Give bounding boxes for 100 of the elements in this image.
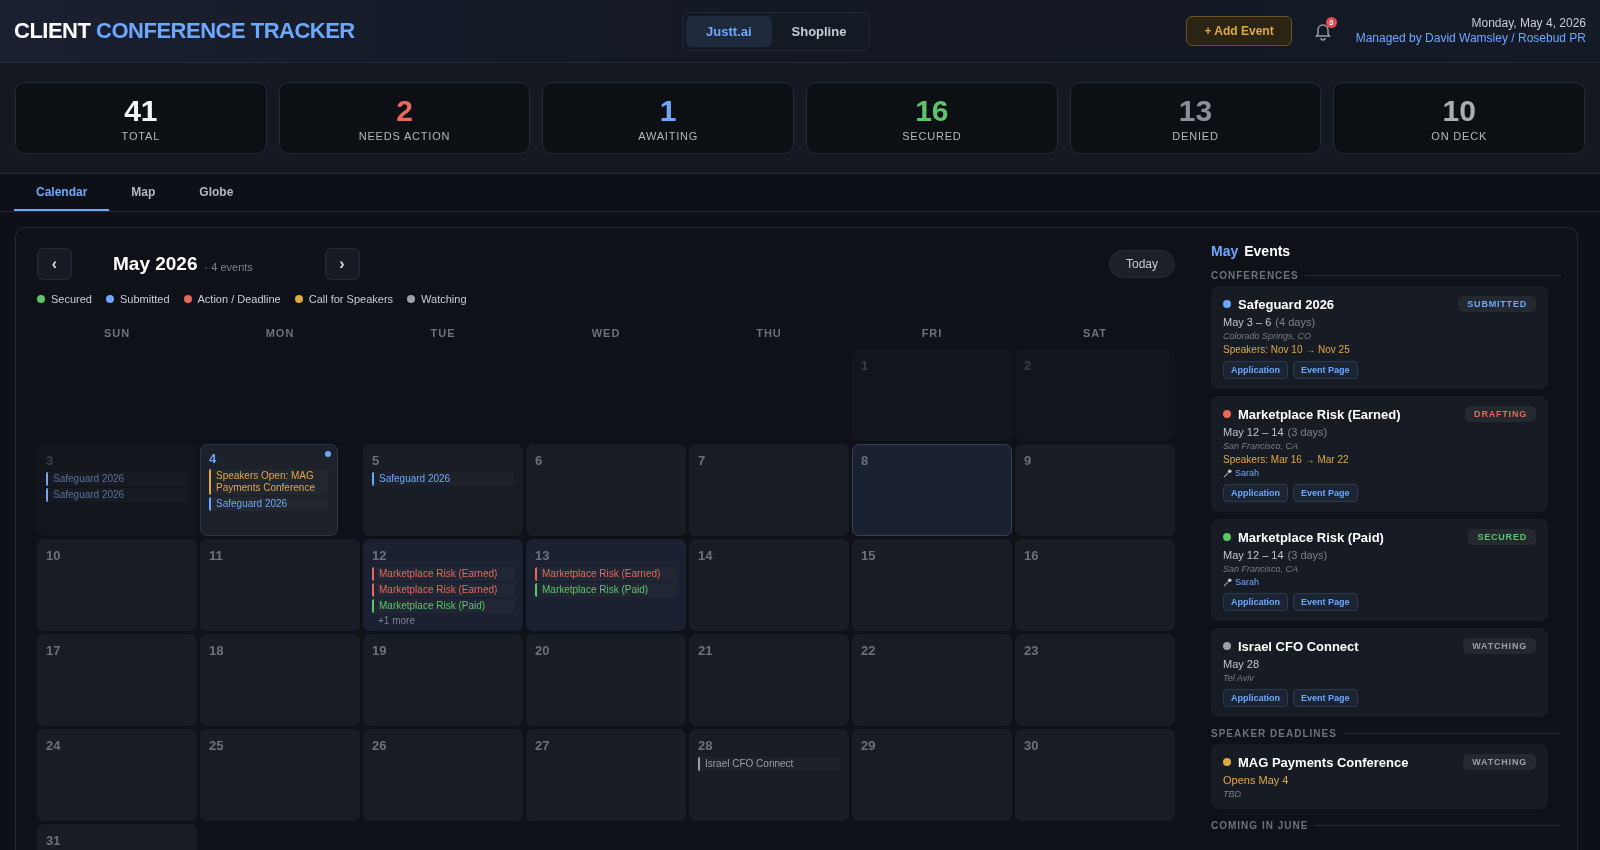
section-heading: CONFERENCES xyxy=(1211,270,1299,281)
day-cell[interactable]: 12 Marketplace Risk (Earned) Marketplace Risk (Earned) Marketplace Risk (Paid) +1 more xyxy=(363,539,523,631)
legend-label: Secured xyxy=(51,293,92,305)
day-cell[interactable]: 25 xyxy=(200,729,360,821)
event-card[interactable]: Marketplace Risk (Earned) DRAFTING May 12 – 14 (3 days) San Francisco, CA Speakers: Mar 16 → Mar 22 Sarah Application Event Page xyxy=(1211,396,1548,512)
event-name: Marketplace Risk (Earned) xyxy=(1238,406,1401,422)
day-number: 23 xyxy=(1024,643,1039,658)
link-button[interactable]: Application xyxy=(1223,361,1288,379)
day-cell[interactable]: 9 xyxy=(1015,444,1175,536)
status-badge: SECURED xyxy=(1468,529,1536,545)
day-cell[interactable]: 5 Safeguard 2026 xyxy=(363,444,523,536)
day-cell[interactable]: 7 xyxy=(689,444,849,536)
weekday-label: SUN xyxy=(102,327,132,339)
day-cell[interactable]: 31 xyxy=(37,824,197,850)
event-card[interactable]: MAG Payments Conference WATCHING Opens May 4 TBD xyxy=(1211,744,1548,809)
day-cell[interactable]: 21 xyxy=(689,634,849,726)
day-number: 28 xyxy=(698,738,713,753)
speaker-window: Speakers: Nov 10 → Nov 25 xyxy=(1223,344,1536,355)
day-cell[interactable]: 13 Marketplace Risk (Earned) Marketplace Risk (Paid) xyxy=(526,539,686,631)
day-cell[interactable]: 15 xyxy=(852,539,1012,631)
event-name: MAG Payments Conference xyxy=(1238,754,1409,770)
day-cell[interactable]: 16 xyxy=(1015,539,1175,631)
event-chip[interactable]: Marketplace Risk (Earned) xyxy=(372,583,514,597)
status-badge: WATCHING xyxy=(1463,754,1536,770)
client-tab[interactable]: Justt.ai xyxy=(686,16,772,47)
day-cell[interactable]: 4 Speakers Open: MAG Payments Conference Safeguard 2026 xyxy=(200,444,338,536)
day-cell[interactable]: 30 xyxy=(1015,729,1175,821)
add-event-button[interactable]: + Add Event xyxy=(1186,16,1292,46)
event-chip[interactable]: Safeguard 2026 xyxy=(372,472,514,486)
day-cell[interactable]: 8 xyxy=(852,444,1012,536)
stat-value: 10 xyxy=(1442,94,1476,127)
day-number: 18 xyxy=(209,643,224,658)
day-cell[interactable]: 10 xyxy=(37,539,197,631)
more-events-link[interactable]: +1 more xyxy=(372,615,514,627)
stat-value: 1 xyxy=(659,94,677,127)
link-button[interactable]: Application xyxy=(1223,689,1288,707)
link-button[interactable]: Event Page xyxy=(1293,689,1358,707)
event-chip[interactable]: Marketplace Risk (Paid) xyxy=(372,599,514,613)
link-button[interactable]: Event Page xyxy=(1293,361,1358,379)
event-dates: May 12 – 14 (3 days) xyxy=(1223,426,1329,438)
event-chip[interactable]: Marketplace Risk (Paid) xyxy=(535,583,677,597)
day-cell[interactable]: 18 xyxy=(200,634,360,726)
link-button[interactable]: Event Page xyxy=(1293,593,1358,611)
day-cell[interactable]: 20 xyxy=(526,634,686,726)
event-card[interactable]: Israel CFO Connect WATCHING May 28 Tel Aviv Application Event Page xyxy=(1211,628,1548,717)
event-dates: May 12 – 14 (3 days) xyxy=(1223,549,1329,561)
day-cell[interactable]: 22 xyxy=(852,634,1012,726)
link-button[interactable]: Application xyxy=(1223,484,1288,502)
day-number: 12 xyxy=(372,548,387,563)
day-number: 24 xyxy=(46,738,61,753)
today-dot xyxy=(325,451,331,457)
day-number: 30 xyxy=(1024,738,1039,753)
legend-label: Action / Deadline xyxy=(197,293,281,305)
event-chip[interactable]: Safeguard 2026 xyxy=(46,488,188,502)
stat-value: 41 xyxy=(124,94,158,127)
day-number: 5 xyxy=(372,453,380,468)
event-location: Colorado Springs, CO xyxy=(1223,331,1313,341)
day-cell[interactable]: 11 xyxy=(200,539,360,631)
day-cell[interactable]: 28 Israel CFO Connect xyxy=(689,729,849,821)
event-card[interactable]: Safeguard 2026 SUBMITTED May 3 – 6 (4 days) Colorado Springs, CO Speakers: Nov 10 → Nov 25 Application Event Page xyxy=(1211,286,1548,389)
event-chip[interactable]: Safeguard 2026 xyxy=(209,497,329,511)
day-cell[interactable]: 27 xyxy=(526,729,686,821)
event-name: Safeguard 2026 xyxy=(1238,296,1335,312)
today-button[interactable]: Today xyxy=(1108,250,1175,278)
event-chip[interactable]: Marketplace Risk (Earned) xyxy=(372,567,514,581)
weekday-label: THU xyxy=(755,327,783,339)
day-number: 11 xyxy=(209,548,223,563)
link-button[interactable]: Event Page xyxy=(1293,484,1358,502)
day-number: 17 xyxy=(46,643,61,658)
view-tab[interactable]: Calendar xyxy=(14,174,110,211)
day-number: 21 xyxy=(698,643,713,658)
event-card[interactable]: Marketplace Risk (Paid) SECURED May 12 – 14 (3 days) San Francisco, CA Sarah Application Event Page xyxy=(1211,519,1548,621)
day-cell[interactable]: 26 xyxy=(363,729,523,821)
event-name: Marketplace Risk (Paid) xyxy=(1238,529,1384,545)
status-badge: WATCHING xyxy=(1463,638,1536,654)
event-chip[interactable]: Marketplace Risk (Earned) xyxy=(535,567,677,581)
stat-label: SECURED xyxy=(902,129,962,142)
stat-label: AWAITING xyxy=(638,129,699,142)
view-tab[interactable]: Globe xyxy=(177,174,256,211)
day-cell[interactable]: 19 xyxy=(363,634,523,726)
event-chip[interactable]: Speakers Open: MAG Payments Conference xyxy=(209,469,329,495)
opens-date: Opens May 4 xyxy=(1223,774,1290,786)
previous-month-button[interactable]: ‹ xyxy=(37,248,72,280)
day-cell[interactable]: 17 xyxy=(37,634,197,726)
day-cell[interactable]: 24 xyxy=(37,729,197,821)
view-tab[interactable]: Map xyxy=(109,174,178,211)
status-badge: SUBMITTED xyxy=(1458,296,1536,312)
day-cell[interactable]: 14 xyxy=(689,539,849,631)
day-cell[interactable]: 23 xyxy=(1015,634,1175,726)
day-number: 6 xyxy=(535,453,543,468)
event-chip[interactable]: Israel CFO Connect xyxy=(698,757,840,771)
link-button[interactable]: Application xyxy=(1223,593,1288,611)
event-chip[interactable]: Safeguard 2026 xyxy=(46,472,188,486)
day-number: 14 xyxy=(698,548,713,563)
next-month-button[interactable]: › xyxy=(324,248,360,280)
client-tab[interactable]: Shopline xyxy=(771,16,867,47)
day-cell[interactable]: 6 xyxy=(526,444,686,536)
day-cell[interactable]: 29 xyxy=(852,729,1012,821)
event-dates: May 28 xyxy=(1223,658,1261,670)
bell-icon[interactable] xyxy=(1313,23,1332,41)
